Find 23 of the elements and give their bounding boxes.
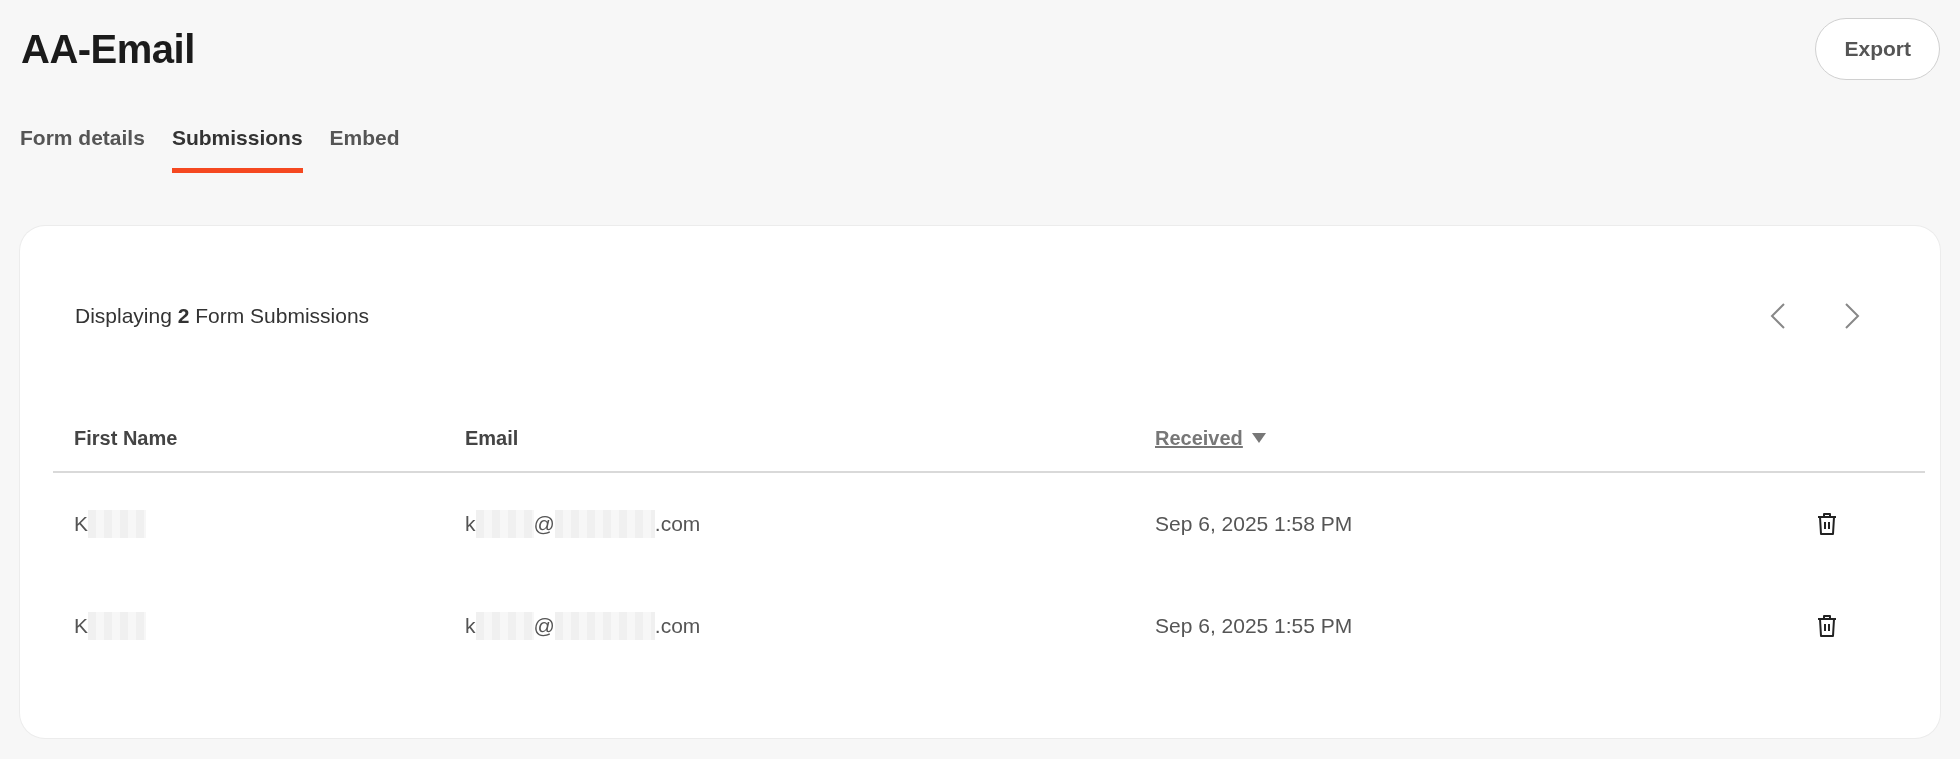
cell-text: @: [533, 614, 555, 638]
trash-icon[interactable]: [1817, 614, 1837, 638]
cell-text: .com: [654, 512, 701, 536]
cell-text: K: [74, 614, 88, 638]
cell-text: .com: [654, 614, 701, 638]
received-date: Sep 6, 2025 1:55 PM: [1155, 614, 1353, 638]
next-page-icon[interactable]: [1844, 302, 1860, 329]
submission-count-text: Displaying 2 Form Submissions: [75, 303, 370, 328]
column-header[interactable]: Received: [1155, 426, 1243, 450]
cell-text: k: [465, 512, 476, 536]
previous-page-icon[interactable]: [1770, 302, 1786, 329]
received-date: Sep 6, 2025 1:58 PM: [1155, 512, 1353, 536]
cell-text: k: [465, 614, 476, 638]
column-header: Email: [465, 426, 519, 450]
cell-text: @: [533, 512, 555, 536]
tab[interactable]: Embed: [329, 126, 400, 173]
tab[interactable]: Submissions: [171, 126, 303, 173]
tab[interactable]: Form details: [20, 126, 145, 173]
cell-text: K: [74, 512, 88, 536]
column-header: First Name: [74, 426, 178, 450]
export-button[interactable]: Export: [1815, 18, 1940, 80]
trash-icon[interactable]: [1817, 512, 1837, 536]
page-title: AA-Email: [21, 26, 195, 72]
